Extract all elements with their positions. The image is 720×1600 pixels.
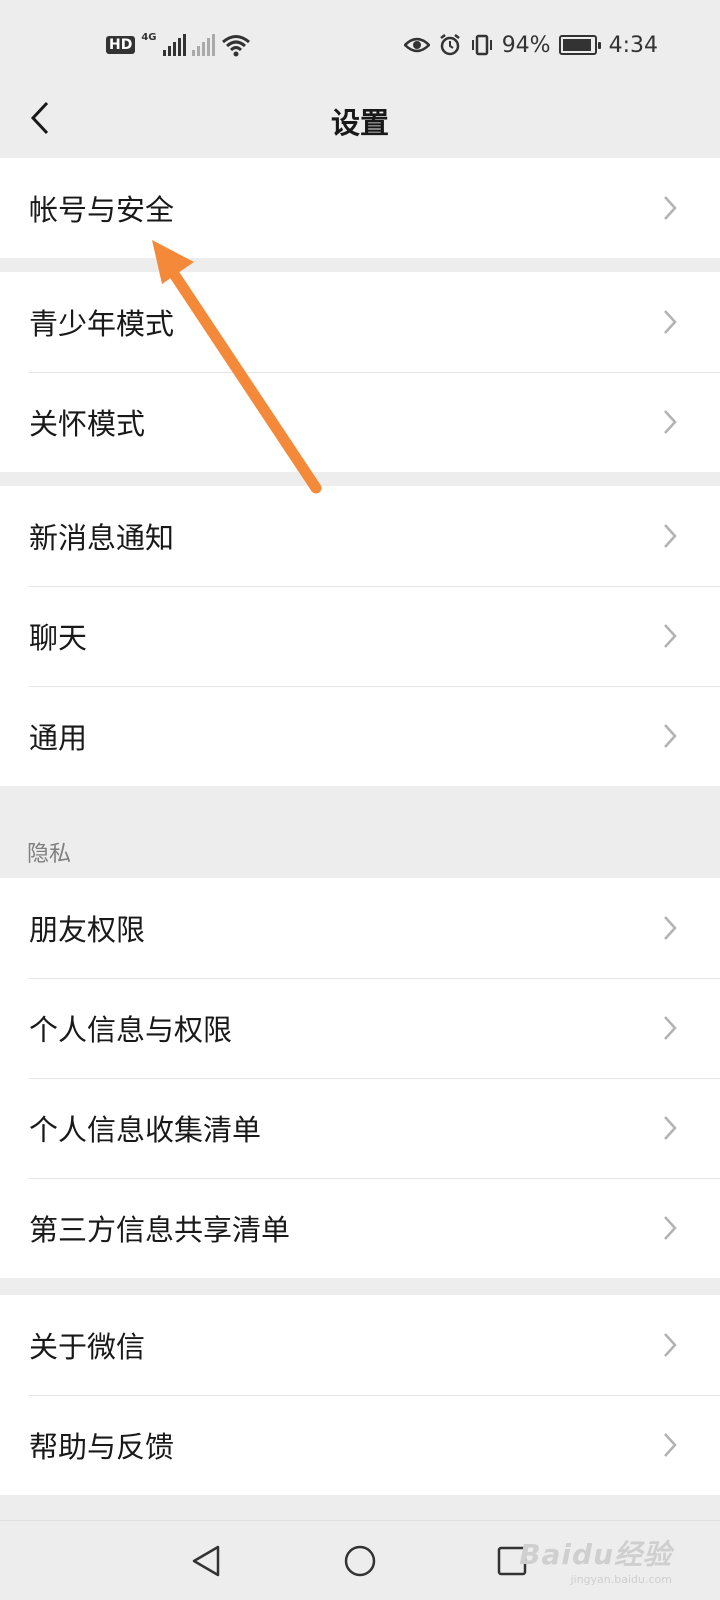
settings-group-privacy: 朋友权限 个人信息与权限 个人信息收集清单 第三方信息共享清单 — [0, 878, 720, 1278]
signal-icon — [162, 34, 186, 56]
settings-item-third-party-sharing-list[interactable]: 第三方信息共享清单 — [0, 1178, 720, 1278]
settings-item-label: 朋友权限 — [29, 913, 146, 947]
settings-group-general: 新消息通知 聊天 通用 — [0, 486, 720, 786]
settings-group-modes: 青少年模式 关怀模式 — [0, 272, 720, 472]
battery-icon — [558, 35, 601, 55]
settings-item-label: 通用 — [29, 721, 88, 755]
settings-item-label: 第三方信息共享清单 — [29, 1213, 291, 1247]
chevron-right-icon — [664, 1016, 677, 1040]
system-nav-bar: Baidu经验 jingyan.baidu.com — [0, 1520, 720, 1600]
vibrate-icon — [471, 34, 492, 56]
chevron-right-icon — [664, 310, 677, 334]
chevron-right-icon — [664, 624, 677, 648]
status-right: 94% 4:34 — [403, 30, 658, 60]
settings-item-teen-mode[interactable]: 青少年模式 — [0, 272, 720, 372]
home-circle-icon — [344, 1545, 376, 1577]
chevron-right-icon — [664, 1216, 677, 1240]
chevron-right-icon — [664, 1333, 677, 1357]
back-triangle-icon — [192, 1545, 220, 1577]
chevron-right-icon — [664, 196, 677, 220]
settings-item-label: 新消息通知 — [29, 521, 175, 555]
settings-item-label: 帮助与反馈 — [29, 1430, 175, 1464]
eye-icon — [403, 37, 430, 53]
page-title: 设置 — [330, 106, 389, 140]
chevron-right-icon — [664, 524, 677, 548]
settings-item-care-mode[interactable]: 关怀模式 — [0, 372, 720, 472]
system-home-button[interactable] — [338, 1539, 382, 1583]
nav-bar: 设置 — [0, 90, 720, 158]
network-type-label: 4G — [141, 32, 157, 43]
chevron-right-icon — [664, 1116, 677, 1140]
settings-item-chat[interactable]: 聊天 — [0, 586, 720, 686]
settings-group-account: 帐号与安全 — [0, 158, 720, 258]
wifi-icon — [221, 35, 250, 57]
chevron-right-icon — [664, 1433, 677, 1457]
clock: 4:34 — [608, 32, 658, 58]
alarm-icon — [439, 34, 460, 56]
settings-item-label: 聊天 — [29, 621, 88, 655]
settings-item-label: 青少年模式 — [29, 307, 175, 341]
chevron-right-icon — [664, 724, 677, 748]
watermark: Baidu经验 jingyan.baidu.com — [519, 1533, 672, 1586]
settings-item-label: 帐号与安全 — [29, 193, 175, 227]
settings-item-notifications[interactable]: 新消息通知 — [0, 486, 720, 586]
settings-item-general[interactable]: 通用 — [0, 686, 720, 786]
hd-icon: HD — [106, 36, 136, 54]
settings-item-label: 关于微信 — [29, 1330, 146, 1364]
status-bar: HD 4G 94% 4:34 — [0, 0, 720, 90]
battery-fill — [562, 39, 591, 51]
section-header-privacy: 隐私 — [27, 842, 72, 867]
settings-item-personal-info-permissions[interactable]: 个人信息与权限 — [0, 978, 720, 1078]
settings-item-label: 个人信息与权限 — [29, 1013, 233, 1047]
settings-item-about-wechat[interactable]: 关于微信 — [0, 1295, 720, 1395]
status-left: HD 4G — [106, 30, 251, 60]
system-back-button[interactable] — [184, 1539, 228, 1583]
settings-item-help-feedback[interactable]: 帮助与反馈 — [0, 1395, 720, 1495]
chevron-right-icon — [664, 410, 677, 434]
settings-item-friend-permissions[interactable]: 朋友权限 — [0, 878, 720, 978]
settings-item-label: 关怀模式 — [29, 407, 146, 441]
settings-group-about: 关于微信 帮助与反馈 — [0, 1295, 720, 1495]
signal-no-sim-icon — [191, 34, 215, 56]
watermark-url: jingyan.baidu.com — [570, 1573, 672, 1586]
settings-item-account-security[interactable]: 帐号与安全 — [0, 158, 720, 258]
settings-item-label: 个人信息收集清单 — [29, 1113, 262, 1147]
watermark-logo: Baidu经验 — [519, 1538, 672, 1571]
chevron-right-icon — [664, 916, 677, 940]
battery-percent: 94% — [501, 32, 551, 58]
settings-item-info-collection-list[interactable]: 个人信息收集清单 — [0, 1078, 720, 1178]
